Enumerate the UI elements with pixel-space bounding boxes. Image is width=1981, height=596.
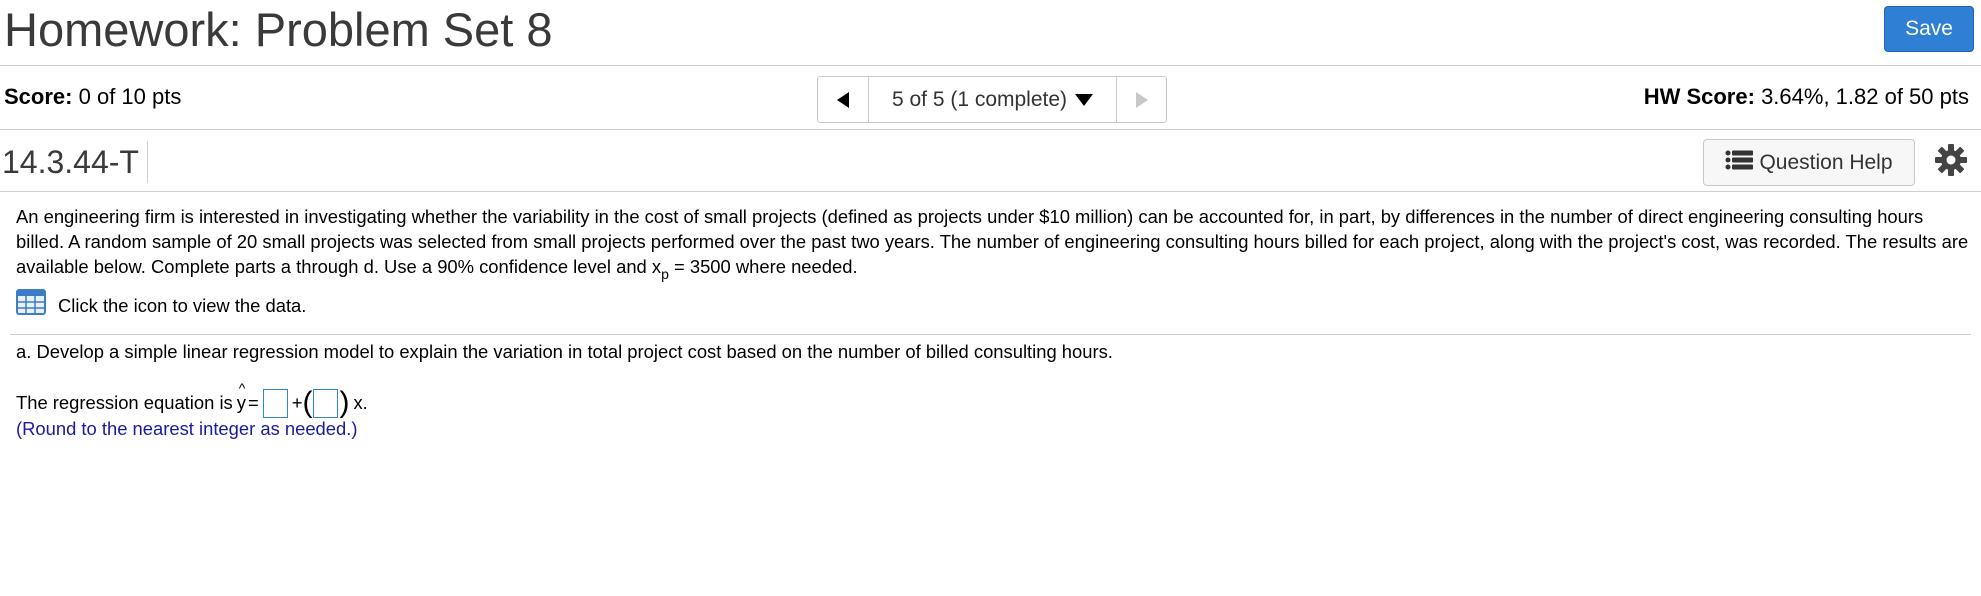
equation-prefix: The regression equation is: [16, 392, 233, 413]
open-paren: (: [302, 386, 313, 419]
plus-sign: +: [291, 392, 303, 413]
score-value: 0 of 10 pts: [78, 84, 182, 109]
caret-down-icon: [1075, 93, 1094, 106]
close-paren: ): [339, 386, 350, 419]
save-button[interactable]: Save: [1884, 6, 1974, 52]
equals-sign: =: [247, 392, 259, 413]
problem-text-end: = 3500 where needed.: [668, 256, 858, 277]
question-help-label: Question Help: [1759, 150, 1893, 174]
question-help-button[interactable]: Question Help: [1703, 139, 1915, 186]
page-title: Homework: Problem Set 8: [4, 3, 553, 56]
view-data-text: Click the icon to view the data.: [58, 294, 307, 316]
hw-score-label: HW Score:: [1643, 84, 1755, 109]
chevron-right-icon: [1135, 91, 1148, 108]
y-hat-symbol: ^ y: [236, 380, 246, 413]
regression-equation: The regression equation is ^ y = + ( ) x.: [16, 380, 368, 419]
x-subscript: p: [661, 266, 669, 282]
hw-score-value: 3.64%, 1.82 of 50 pts: [1761, 84, 1969, 109]
question-bar: 14.3.44-T Question Help: [0, 131, 1981, 192]
data-table-icon[interactable]: [16, 289, 46, 321]
view-data-row: Click the icon to view the data.: [16, 289, 1971, 321]
slope-answer-box[interactable]: [313, 388, 339, 418]
part-a-prompt: a. Develop a simple linear regression mo…: [16, 341, 1113, 362]
hw-score: HW Score: 3.64%, 1.82 of 50 pts: [1644, 84, 1969, 110]
section-divider: [10, 334, 1971, 335]
next-question-button[interactable]: [1117, 77, 1166, 122]
gear-icon[interactable]: [1934, 143, 1968, 177]
rounding-hint: (Round to the nearest integer as needed.…: [16, 418, 358, 439]
question-navigator: 5 of 5 (1 complete): [817, 76, 1167, 123]
previous-question-button[interactable]: [818, 77, 869, 122]
chevron-left-icon: [837, 91, 849, 108]
x-suffix: x.: [353, 392, 368, 413]
problem-statement: An engineering firm is interested in inv…: [16, 204, 1971, 282]
score-label: Score:: [4, 84, 73, 109]
score-bar: Score: 0 of 10 pts 5 of 5 (1 complete) H…: [0, 66, 1981, 130]
list-icon: [1725, 150, 1754, 176]
intercept-answer-box[interactable]: [262, 388, 288, 418]
score: Score: 0 of 10 pts: [4, 84, 181, 110]
question-id: 14.3.44-T: [2, 141, 148, 183]
problem-text: An engineering firm is interested in inv…: [16, 206, 1969, 277]
question-content: An engineering firm is interested in inv…: [16, 204, 1971, 321]
page-header: Homework: Problem Set 8 Save: [0, 0, 1981, 66]
question-position: 5 of 5 (1 complete): [891, 87, 1068, 111]
question-select[interactable]: 5 of 5 (1 complete): [869, 77, 1117, 122]
